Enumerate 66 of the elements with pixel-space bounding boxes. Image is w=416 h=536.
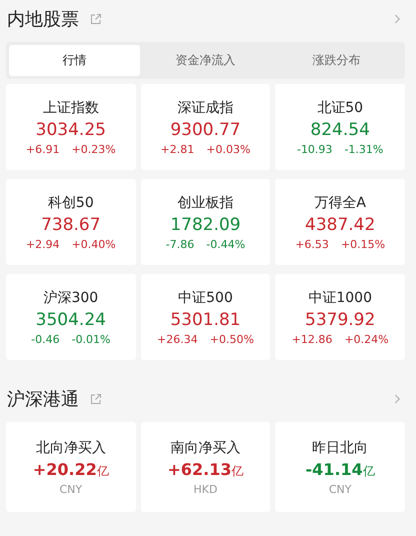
flow-value: +62.13亿	[167, 460, 244, 480]
index-value: 1782.09	[170, 214, 241, 234]
change-percent: -0.01%	[72, 332, 111, 346]
change-percent: +0.40%	[72, 238, 116, 250]
change-amount: +2.81	[160, 142, 194, 156]
index-card[interactable]: 科创50 738.67 +2.94 +0.40%	[6, 179, 136, 265]
index-value: 3034.25	[36, 120, 106, 140]
chevron-right-icon[interactable]	[394, 13, 401, 25]
change-amount: +26.34	[157, 332, 198, 346]
index-name: 中证500	[178, 288, 233, 306]
index-name: 创业板指	[177, 194, 234, 212]
index-card[interactable]: 深证成指 9300.77 +2.81 +0.03%	[140, 84, 270, 170]
change-amount: +6.53	[295, 238, 329, 250]
flow-value: +20.22亿	[32, 460, 109, 480]
flow-name: 昨日北向	[312, 438, 368, 456]
index-card[interactable]: 北证50 824.54 -10.93 -1.31%	[275, 84, 405, 170]
index-name: 科创50	[48, 194, 94, 212]
index-value: 738.67	[41, 214, 101, 234]
change-amount: -10.93	[296, 142, 332, 156]
flow-card[interactable]: 昨日北向 -41.14亿 CNY	[275, 422, 405, 512]
index-card[interactable]: 沪深300 3504.24 -0.46 -0.01%	[6, 274, 136, 360]
flow-card[interactable]: 北向净买入 +20.22亿 CNY	[6, 422, 136, 512]
flow-card[interactable]: 南向净买入 +62.13亿 HKD	[140, 422, 270, 512]
index-card[interactable]: 中证500 5301.81 +26.34 +0.50%	[140, 274, 270, 360]
share-icon[interactable]	[90, 13, 102, 25]
change-percent: +0.03%	[206, 142, 250, 156]
change-percent: +0.15%	[340, 238, 386, 250]
tab[interactable]: 涨跌分布	[271, 45, 402, 76]
flow-name: 南向净买入	[170, 438, 240, 456]
index-name: 沪深300	[43, 288, 98, 306]
tab[interactable]: 行情	[9, 45, 140, 76]
index-card[interactable]: 上证指数 3034.25 +6.91 +0.23%	[6, 84, 136, 170]
currency-label: CNY	[60, 482, 82, 496]
change-percent: +0.23%	[72, 142, 116, 156]
share-icon[interactable]	[90, 393, 102, 405]
index-value: 5379.92	[305, 310, 376, 330]
index-card[interactable]: 创业板指 1782.09 -7.86 -0.44%	[140, 179, 270, 265]
change-amount: +6.91	[26, 142, 60, 156]
section-title: 沪深港通	[7, 388, 79, 411]
index-card[interactable]: 万得全A 4387.42 +6.53 +0.15%	[275, 179, 405, 265]
index-name: 北证50	[317, 98, 364, 116]
index-value: 9300.77	[170, 120, 241, 140]
change-amount: +2.94	[26, 238, 60, 250]
index-value: 824.54	[310, 120, 370, 140]
currency-label: HKD	[194, 482, 218, 496]
flow-name: 北向净买入	[36, 438, 106, 456]
tab[interactable]: 资金净流入	[140, 45, 271, 76]
index-name: 上证指数	[42, 98, 99, 116]
change-percent: -1.31%	[344, 142, 384, 156]
change-amount: +12.86	[292, 332, 332, 346]
index-value: 5301.81	[170, 310, 241, 330]
index-card[interactable]: 中证1000 5379.92 +12.86 +0.24%	[275, 274, 405, 360]
flow-value: -41.14亿	[306, 460, 375, 480]
section-title: 内地股票	[7, 8, 79, 31]
change-percent: +0.24%	[344, 332, 389, 346]
currency-label: CNY	[328, 482, 352, 496]
chevron-right-icon[interactable]	[394, 393, 401, 405]
change-percent: -0.44%	[206, 238, 246, 250]
change-amount: -0.46	[31, 332, 60, 346]
index-name: 深证成指	[177, 98, 234, 116]
change-amount: -7.86	[166, 238, 194, 250]
index-name: 万得全A	[314, 194, 366, 212]
index-name: 中证1000	[308, 288, 372, 306]
index-value: 3504.24	[36, 310, 106, 330]
index-value: 4387.42	[305, 214, 376, 234]
change-percent: +0.50%	[210, 332, 254, 346]
